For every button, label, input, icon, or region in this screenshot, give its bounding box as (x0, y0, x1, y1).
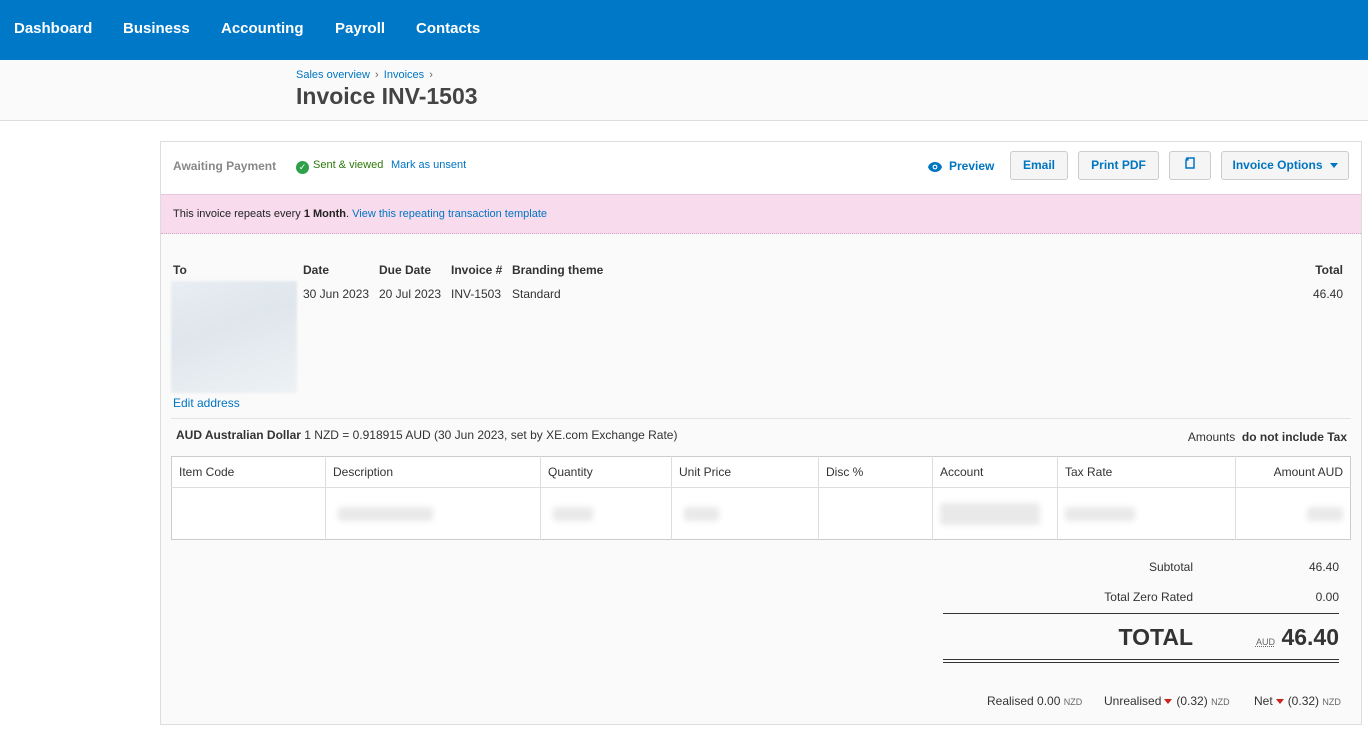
invoice-toolbar: Awaiting Payment ✓ Sent & viewed Mark as … (161, 142, 1361, 194)
breadcrumb-invoices[interactable]: Invoices (384, 69, 424, 81)
branding-theme: Standard (512, 287, 561, 301)
net-currency: NZD (1322, 697, 1341, 707)
subtotal-label: Subtotal (1148, 560, 1193, 574)
net-value: (0.32) (1287, 694, 1320, 708)
check-circle-icon: ✓ (296, 161, 309, 174)
amounts-tax-value: do not include Tax (1241, 430, 1347, 444)
cell-amount-redacted (1236, 488, 1351, 540)
zero-rated-label: Total Zero Rated (1104, 590, 1193, 604)
preview-button[interactable]: Preview (927, 159, 994, 173)
branding-theme-heading: Branding theme (512, 263, 604, 277)
eye-icon (928, 162, 942, 172)
table-row (171, 487, 1351, 540)
chevron-down-icon (1329, 163, 1338, 168)
invoice-number-heading: Invoice # (451, 263, 503, 277)
breadcrumb-sales-overview[interactable]: Sales overview (296, 69, 370, 81)
line-items-table: Item Code Description Quantity Unit Pric… (171, 456, 1351, 540)
nav-dashboard[interactable]: Dashboard (14, 20, 92, 37)
currency-name: AUD Australian Dollar (176, 428, 301, 442)
edit-address-link[interactable]: Edit address (173, 396, 240, 410)
total-double-line-top (943, 659, 1339, 660)
page-title: Invoice INV-1503 (296, 83, 478, 109)
amounts-label: Amounts (1187, 430, 1236, 444)
column-account: Account (932, 456, 1058, 489)
email-button[interactable]: Email (1010, 151, 1068, 180)
copy-button[interactable] (1169, 151, 1211, 180)
preview-label: Preview (949, 159, 995, 173)
page-header: Sales overview › Invoices › Invoice INV-… (0, 60, 1368, 121)
repeat-notice: This invoice repeats every 1 Month. View… (161, 194, 1361, 234)
date-heading: Date (303, 263, 330, 277)
realised-value: 0.00 (1037, 694, 1061, 708)
sent-status-text: Sent & viewed (313, 159, 384, 171)
invoice-number: INV-1503 (451, 287, 502, 301)
due-date-heading: Due Date (379, 263, 432, 277)
currency-info: AUD Australian Dollar 1 NZD = 0.918915 A… (176, 428, 677, 442)
invoice-due-date: 20 Jul 2023 (379, 287, 442, 301)
mark-as-unsent-link[interactable]: Mark as unsent (391, 159, 466, 171)
sent-status: ✓ Sent & viewed (296, 159, 383, 174)
cell-disc (818, 487, 933, 540)
column-quantity: Quantity (540, 456, 672, 489)
unrealised-value: (0.32) (1176, 694, 1208, 708)
invoice-options-button[interactable]: Invoice Options (1221, 151, 1349, 180)
nav-business[interactable]: Business (123, 20, 190, 37)
exchange-rate: 1 NZD = 0.918915 AUD (30 Jun 2023, set b… (304, 428, 678, 442)
cell-unit-price-redacted (671, 487, 819, 540)
top-nav: Dashboard Business Accounting Payroll Co… (0, 0, 1368, 60)
totals-divider (943, 613, 1339, 614)
realised-currency: NZD (1063, 697, 1083, 707)
column-tax-rate: Tax Rate (1057, 456, 1236, 489)
column-amount: Amount AUD (1235, 456, 1351, 489)
main-content: Awaiting Payment ✓ Sent & viewed Mark as … (0, 121, 1368, 729)
breadcrumb-separator: › (429, 69, 433, 81)
table-header-row: Item Code Description Quantity Unit Pric… (171, 456, 1351, 489)
total-value: 46.40 (1281, 624, 1339, 650)
breadcrumb-separator: › (375, 69, 379, 81)
total-label: TOTAL (1118, 624, 1193, 650)
unrealised-label: Unrealised (1104, 694, 1162, 708)
cell-description-redacted (325, 487, 541, 540)
zero-rated-value: 0.00 (1315, 590, 1339, 604)
realised-fx: Realised 0.00 NZD (987, 694, 1082, 708)
view-repeating-template-link[interactable]: View this repeating transaction template (352, 208, 547, 220)
contact-address-redacted (171, 281, 297, 393)
column-item-code: Item Code (171, 456, 326, 489)
unrealised-fx[interactable]: Unrealised (0.32) NZD (1104, 694, 1230, 708)
copy-icon (1185, 157, 1195, 169)
nav-accounting[interactable]: Accounting (221, 20, 304, 37)
total-double-line-bottom (943, 662, 1339, 663)
divider (171, 418, 1351, 419)
subtotal-value: 46.40 (1308, 560, 1339, 574)
caret-down-icon (1164, 699, 1173, 704)
net-fx[interactable]: Net (0.32) NZD (1254, 694, 1341, 708)
invoice-date: 30 Jun 2023 (303, 287, 370, 301)
nav-contacts[interactable]: Contacts (416, 20, 480, 37)
caret-down-icon (1275, 699, 1284, 704)
column-disc: Disc % (818, 456, 933, 489)
unrealised-currency: NZD (1211, 697, 1230, 707)
cell-account-redacted (932, 487, 1058, 540)
invoice-options-label: Invoice Options (1232, 158, 1323, 172)
nav-payroll[interactable]: Payroll (335, 20, 385, 37)
total-currency: AUD (1255, 637, 1275, 647)
repeat-period: 1 Month (303, 208, 347, 220)
net-label: Net (1254, 694, 1273, 708)
invoice-panel: Awaiting Payment ✓ Sent & viewed Mark as … (160, 141, 1362, 725)
cell-tax-rate-redacted (1057, 487, 1236, 540)
invoice-total: 46.40 (1312, 287, 1343, 301)
status-label: Awaiting Payment (173, 159, 277, 173)
repeat-notice-prefix: This invoice repeats every (173, 208, 304, 220)
print-pdf-button[interactable]: Print PDF (1078, 151, 1159, 180)
total-heading: Total (1315, 263, 1343, 277)
column-unit-price: Unit Price (671, 456, 819, 489)
to-heading: To (173, 263, 187, 277)
cell-item-code (171, 487, 326, 540)
column-description: Description (325, 456, 541, 489)
amounts-tax-setting: Amounts do not include Tax (1188, 430, 1347, 444)
breadcrumb: Sales overview › Invoices › (296, 69, 435, 81)
cell-quantity-redacted (540, 487, 672, 540)
realised-label: Realised (987, 694, 1034, 708)
